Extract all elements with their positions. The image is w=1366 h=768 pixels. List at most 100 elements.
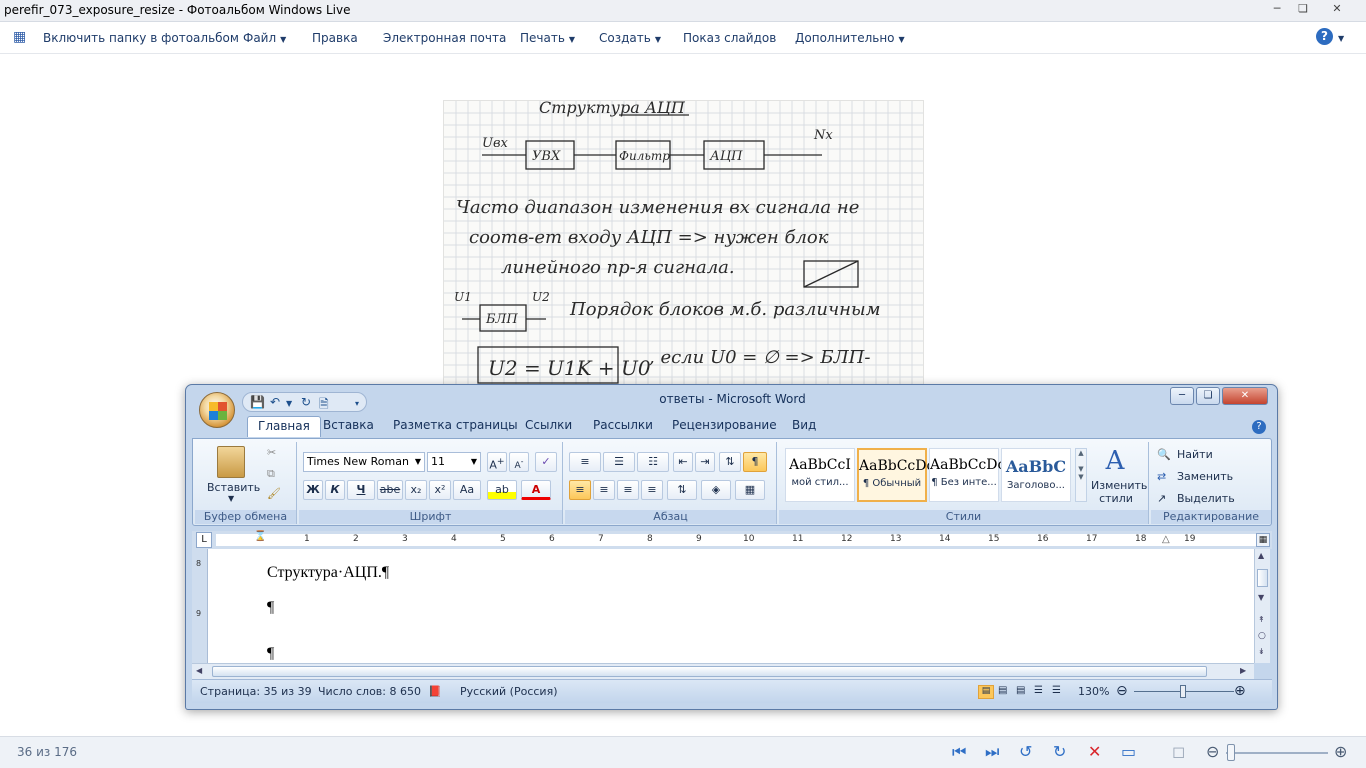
- draft-icon[interactable]: ☰: [1052, 685, 1061, 696]
- paste-dropdown-icon[interactable]: ▼: [228, 494, 234, 503]
- print-layout-icon[interactable]: ▤: [978, 685, 994, 699]
- right-indent-marker-icon[interactable]: △: [1162, 534, 1170, 545]
- style-no-spacing[interactable]: AaBbCcDc ¶ Без инте...: [929, 448, 1005, 502]
- font-name-dropdown-icon[interactable]: ▼: [415, 453, 421, 471]
- word-zoom-in-icon[interactable]: ⊕: [1234, 683, 1246, 699]
- close-icon[interactable]: ✕: [1322, 1, 1352, 18]
- hscroll-thumb[interactable]: [212, 666, 1207, 677]
- vertical-scrollbar[interactable]: ▲ ▼ ↟ ○ ↡: [1254, 549, 1270, 663]
- shrink-font-icon[interactable]: A-: [509, 452, 529, 472]
- document-area[interactable]: Структура·АЦП.¶ ¶ ¶: [192, 549, 1254, 663]
- delete-icon[interactable]: ✕: [1088, 744, 1101, 760]
- line-spacing-icon[interactable]: ⇅: [667, 480, 697, 500]
- tab-insert[interactable]: Вставка: [323, 418, 374, 432]
- tab-home[interactable]: Главная: [247, 416, 321, 437]
- slideshow-icon[interactable]: ▭: [1121, 744, 1136, 760]
- word-zoom-slider-thumb[interactable]: [1180, 685, 1186, 698]
- scroll-left-icon[interactable]: ◀: [196, 666, 202, 675]
- subscript-button[interactable]: x₂: [405, 480, 427, 500]
- decrease-indent-icon[interactable]: ⇤: [673, 452, 693, 472]
- tab-review[interactable]: Рецензирование: [672, 418, 777, 432]
- align-center-icon[interactable]: ≡: [593, 480, 615, 500]
- cut-icon[interactable]: ✂: [267, 446, 276, 459]
- rotate-left-icon[interactable]: ↺: [1019, 744, 1032, 760]
- styles-scroll[interactable]: ▲ ▼ ▼: [1075, 448, 1087, 502]
- superscript-button[interactable]: x²: [429, 480, 451, 500]
- word-restore-icon[interactable]: ❏: [1196, 387, 1220, 405]
- strikethrough-button[interactable]: abe: [377, 480, 403, 500]
- paste-button[interactable]: Вставить: [207, 481, 260, 494]
- tab-references[interactable]: Ссылки: [525, 418, 572, 432]
- menu-slideshow[interactable]: Показ слайдов: [683, 31, 776, 45]
- document-paragraph[interactable]: ¶: [267, 599, 274, 617]
- select-icon[interactable]: ↗: [1157, 492, 1166, 505]
- zoom-slider-thumb[interactable]: [1227, 744, 1235, 761]
- zoom-slider-track[interactable]: [1226, 752, 1328, 754]
- next-page-icon[interactable]: ↡: [1258, 647, 1265, 656]
- page-indicator[interactable]: Страница: 35 из 39: [200, 685, 312, 698]
- paste-icon[interactable]: [217, 446, 245, 478]
- sort-icon[interactable]: ⇅: [719, 452, 741, 472]
- help-icon[interactable]: ?: [1316, 28, 1333, 45]
- ruler-scale[interactable]: 1 2 3 4 5 6 7 8 9 10 11 12 13 14 15 16 1…: [216, 531, 1256, 546]
- tab-mailings[interactable]: Рассылки: [593, 418, 653, 432]
- menu-file[interactable]: Файл ▼: [243, 31, 286, 45]
- tab-page-layout[interactable]: Разметка страницы: [393, 418, 518, 432]
- style-normal[interactable]: AaBbCcDc ¶ Обычный: [857, 448, 934, 502]
- horizontal-scrollbar[interactable]: ◀ ▶: [192, 663, 1254, 679]
- underline-button[interactable]: Ч: [347, 480, 375, 500]
- change-styles-icon[interactable]: A: [1097, 446, 1133, 476]
- find-icon[interactable]: 🔍: [1157, 448, 1171, 461]
- borders-icon[interactable]: ▦: [735, 480, 765, 500]
- vscroll-thumb[interactable]: [1257, 569, 1268, 587]
- multilevel-list-icon[interactable]: ☷: [637, 452, 669, 472]
- include-folder-icon[interactable]: ▦: [13, 29, 26, 45]
- change-case-button[interactable]: Aa: [453, 480, 481, 500]
- font-size-field[interactable]: 11 ▼: [427, 452, 481, 472]
- scroll-down-icon[interactable]: ▼: [1258, 593, 1264, 602]
- word-zoom-out-icon[interactable]: ⊖: [1116, 683, 1128, 699]
- view-ruler-icon[interactable]: ▦: [1256, 533, 1270, 547]
- outline-icon[interactable]: ☰: [1034, 685, 1043, 696]
- indent-marker-icon[interactable]: ⌛: [254, 531, 266, 542]
- help-chevron-icon[interactable]: ▼: [1338, 34, 1344, 43]
- copy-icon[interactable]: ⧉: [267, 467, 275, 481]
- bullets-icon[interactable]: ≡: [569, 452, 601, 472]
- justify-icon[interactable]: ≡: [641, 480, 663, 500]
- find-button[interactable]: Найти: [1177, 448, 1213, 461]
- full-screen-reading-icon[interactable]: ▤: [998, 685, 1007, 696]
- align-left-icon[interactable]: ≡: [569, 480, 591, 500]
- style-heading[interactable]: AaBbC Заголово...: [1001, 448, 1071, 502]
- menu-extras[interactable]: Дополнительно ▼: [795, 31, 905, 45]
- select-button[interactable]: Выделить: [1177, 492, 1235, 505]
- show-formatting-icon[interactable]: ¶: [743, 452, 767, 472]
- italic-button[interactable]: К: [325, 480, 345, 500]
- rotate-right-icon[interactable]: ↻: [1053, 744, 1066, 760]
- tab-view[interactable]: Вид: [792, 418, 816, 432]
- word-close-icon[interactable]: ✕: [1222, 387, 1268, 405]
- previous-icon[interactable]: ⏮: [952, 744, 966, 760]
- style-my-style[interactable]: AaBbCcI мой стил...: [785, 448, 855, 502]
- numbering-icon[interactable]: ☰: [603, 452, 635, 472]
- word-minimize-icon[interactable]: ─: [1170, 387, 1194, 405]
- shading-icon[interactable]: ◈: [701, 480, 731, 500]
- word-help-icon[interactable]: ?: [1252, 420, 1266, 434]
- grow-font-icon[interactable]: A+: [487, 452, 507, 472]
- font-color-icon[interactable]: A: [521, 480, 551, 500]
- menu-email[interactable]: Электронная почта: [383, 31, 506, 45]
- tab-stop-selector[interactable]: L: [196, 532, 212, 548]
- clear-formatting-icon[interactable]: ✓: [535, 452, 557, 472]
- font-name-field[interactable]: Times New Roman ▼: [303, 452, 425, 472]
- document-paragraph[interactable]: Структура·АЦП.¶: [267, 564, 389, 582]
- bold-button[interactable]: Ж: [303, 480, 323, 500]
- menu-edit[interactable]: Правка: [312, 31, 358, 45]
- proofing-icon[interactable]: 📕: [428, 685, 442, 698]
- web-layout-icon[interactable]: ▤: [1016, 685, 1025, 696]
- restore-icon[interactable]: ❏: [1288, 1, 1318, 18]
- replace-button[interactable]: Заменить: [1177, 470, 1233, 483]
- zoom-in-icon[interactable]: ⊕: [1334, 744, 1347, 760]
- next-icon[interactable]: ⏭: [985, 744, 999, 760]
- font-size-dropdown-icon[interactable]: ▼: [471, 453, 477, 471]
- zoom-out-icon[interactable]: ⊖: [1206, 744, 1219, 760]
- scroll-right-icon[interactable]: ▶: [1240, 666, 1246, 675]
